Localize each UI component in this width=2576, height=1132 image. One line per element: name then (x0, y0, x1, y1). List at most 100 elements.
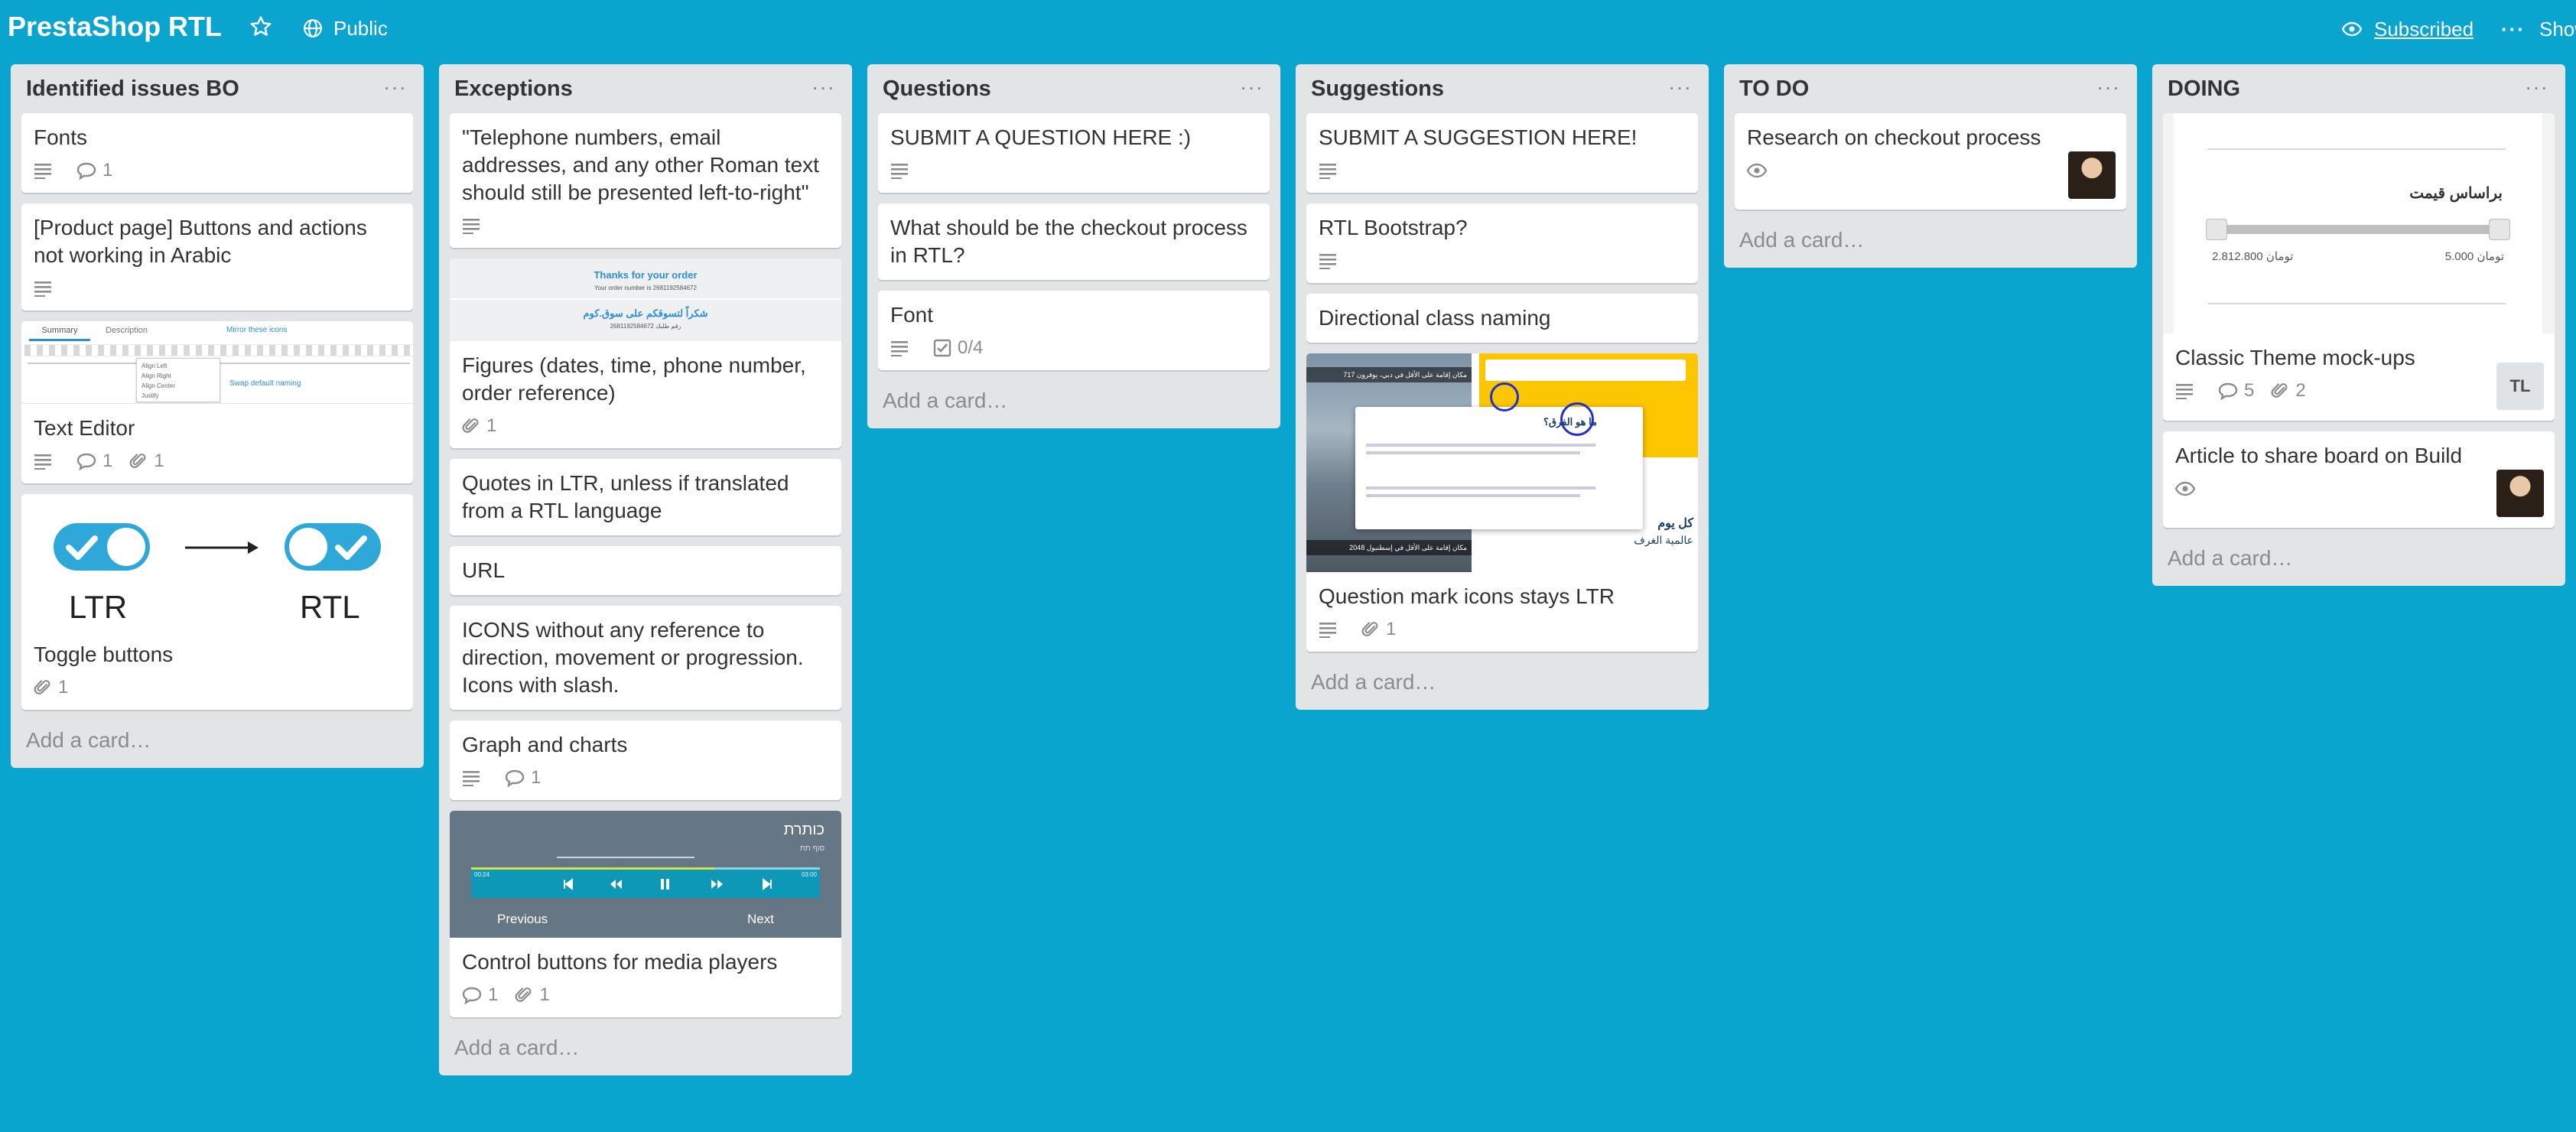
attachment-icon (1361, 622, 1378, 636)
card-icons[interactable]: ICONS without any reference to direction… (450, 606, 841, 710)
comment-count: 1 (488, 984, 499, 1005)
subscribed-label: Subscribed (2374, 17, 2474, 41)
card-research-checkout[interactable]: Research on checkout process (1735, 113, 2126, 210)
avatar[interactable] (2496, 470, 2544, 517)
list-menu-icon[interactable]: ··· (2525, 75, 2548, 99)
cover-text: Your order number is 2681192584672 (594, 285, 697, 291)
attachments-badge: 1 (34, 677, 68, 698)
comment-icon (76, 162, 96, 180)
attachment-count: 1 (58, 677, 69, 698)
card-fonts[interactable]: Fonts 1 (21, 113, 413, 193)
list-suggestions: Suggestions ··· SUBMIT A SUGGESTION HERE… (1296, 64, 1709, 710)
card-article-share[interactable]: Article to share board on Build (2163, 431, 2555, 528)
cover-tab: Summary (29, 326, 90, 341)
list-title: DOING (2168, 76, 2241, 101)
card-title: Quotes in LTR, unless if translated from… (462, 471, 789, 522)
attachments-badge: 1 (462, 415, 496, 437)
board-title[interactable]: PrestaShop RTL (8, 11, 222, 43)
card-toggle-buttons[interactable]: LTR RTL Toggle buttons 1 (21, 494, 413, 710)
attachments-badge: 1 (515, 984, 550, 1006)
avatar[interactable] (2068, 151, 2116, 199)
cover-annotation: Mirror these icons (226, 326, 288, 334)
card-figures[interactable]: Thanks for your order Your order number … (450, 259, 841, 448)
card-checkout-process[interactable]: What should be the checkout process in R… (878, 203, 1270, 280)
card-title: Toggle buttons (34, 642, 174, 666)
card-product-page-buttons[interactable]: [Product page] Buttons and actions not w… (21, 203, 413, 311)
attachments-badge: 2 (2271, 380, 2306, 402)
cover-text: 2681192584672 رقم طلبك (610, 323, 681, 330)
add-card-button[interactable]: Add a card… (11, 721, 424, 768)
card-submit-suggestion[interactable]: SUBMIT A SUGGESTION HERE! (1306, 113, 1698, 193)
card-submit-question[interactable]: SUBMIT A QUESTION HERE :) (878, 113, 1270, 193)
card-title: SUBMIT A QUESTION HERE :) (890, 125, 1192, 149)
list-menu-icon[interactable]: ··· (812, 75, 835, 99)
cover-text: عالمية الغرف (1634, 534, 1693, 546)
card-cover-image: Summary Description Mirror these icons A… (21, 321, 413, 404)
cover-text: סוף תת (800, 844, 825, 853)
eye-icon (1747, 163, 1773, 178)
cover-toolbar (24, 344, 413, 356)
board-header: PrestaShop RTL Public Subscribed ··· Sho… (0, 0, 2576, 58)
list-title: TO DO (1739, 76, 1810, 101)
card-graph-charts[interactable]: Graph and charts 1 (450, 721, 841, 800)
card-rtl-bootstrap[interactable]: RTL Bootstrap? (1306, 203, 1698, 283)
star-icon[interactable] (249, 15, 274, 40)
list-menu-icon[interactable]: ··· (1240, 75, 1264, 99)
list-title: Suggestions (1311, 76, 1445, 101)
card-title: Directional class naming (1319, 306, 1551, 330)
add-card-button[interactable]: Add a card… (439, 1028, 852, 1075)
description-icon (890, 162, 916, 179)
add-card-button[interactable]: Add a card… (1724, 220, 2137, 268)
highlight-circle (1560, 402, 1594, 436)
card-roman-text[interactable]: "Telephone numbers, email addresses, and… (450, 113, 841, 248)
cover-annotation: Swap default naming (229, 379, 301, 388)
list-exceptions: Exceptions ··· "Telephone numbers, email… (439, 64, 852, 1075)
cover-popover: ما هو الفرق؟ (1355, 407, 1643, 529)
card-title: Control buttons for media players (462, 950, 778, 974)
list-menu-icon[interactable]: ··· (2096, 75, 2120, 99)
card-text-editor[interactable]: Summary Description Mirror these icons A… (21, 321, 413, 483)
comments-badge: 1 (76, 160, 112, 181)
add-card-button[interactable]: Add a card… (2152, 538, 2565, 586)
card-title: URL (462, 558, 506, 582)
card-title: SUBMIT A SUGGESTION HERE! (1319, 125, 1638, 149)
attachment-count: 1 (1386, 619, 1397, 639)
cover-text: Thanks for your order (594, 269, 698, 281)
card-classic-theme[interactable]: براساس قیمت 2.812.800 تومان 5.000 تومان … (2163, 113, 2555, 421)
card-media-player[interactable]: כותרת סוף תת 00:24 03:00 Previous Next C… (450, 811, 841, 1017)
description-icon (1319, 252, 1345, 269)
globe-icon (304, 19, 322, 37)
description-icon (462, 769, 488, 786)
comments-badge: 1 (505, 767, 541, 789)
rtl-label: RTL (300, 589, 360, 625)
card-title: Font (890, 303, 934, 327)
cover-dropdown: Align Left Align Right Align Center Just… (136, 358, 220, 402)
card-title: Article to share board on Build (2175, 444, 2463, 467)
member-avatar[interactable]: TL (2496, 363, 2544, 410)
description-icon (2175, 382, 2201, 399)
comment-count: 5 (2244, 380, 2255, 401)
list-menu-icon[interactable]: ··· (383, 75, 407, 99)
card-title: ICONS without any reference to direction… (462, 618, 804, 697)
visibility-button[interactable]: Public (303, 14, 388, 43)
card-font[interactable]: Font 0/4 (878, 291, 1270, 370)
comments-badge: 1 (76, 451, 112, 472)
card-title: "Telephone numbers, email addresses, and… (462, 125, 819, 204)
description-icon (34, 162, 60, 179)
card-quotes[interactable]: Quotes in LTR, unless if translated from… (450, 459, 841, 535)
card-cover-image: 717 مكان إقامة على الأقل في دبي، يوفرون … (1306, 353, 1698, 572)
add-card-button[interactable]: Add a card… (1296, 662, 1709, 710)
subscribed-button[interactable]: Subscribed (2342, 15, 2474, 43)
list-menu-icon[interactable]: ··· (1668, 75, 1692, 99)
card-question-mark-icons[interactable]: 717 مكان إقامة على الأقل في دبي، يوفرون … (1306, 353, 1698, 652)
comment-icon (2218, 382, 2238, 400)
show-menu-button[interactable]: ··· Show (2501, 15, 2576, 43)
cover-player-bar: 00:24 03:00 (471, 867, 820, 898)
card-directional-class[interactable]: Directional class naming (1306, 294, 1698, 343)
add-card-button[interactable]: Add a card… (867, 381, 1280, 428)
card-url[interactable]: URL (450, 546, 841, 595)
attachment-count: 2 (2295, 380, 2306, 401)
description-icon (462, 217, 488, 234)
more-icon: ··· (2501, 17, 2526, 41)
checklist-icon (933, 339, 951, 357)
